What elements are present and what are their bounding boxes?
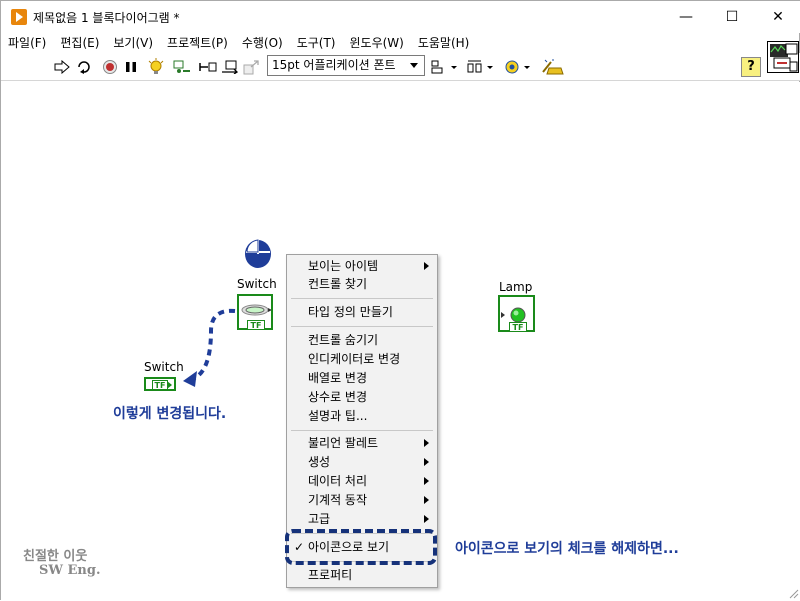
ctx-item-label: 설명과 팁... [308,409,368,423]
vi-icon[interactable] [767,41,799,73]
highlight-execution-icon[interactable] [147,58,165,76]
switch-label: Switch [237,277,277,291]
menu-tools[interactable]: 도구(T) [290,33,343,53]
step-into-icon[interactable] [199,58,217,76]
maximize-button[interactable]: ☐ [709,1,755,33]
reorder-icon[interactable] [504,58,530,76]
ctx-visible-items[interactable]: 보이는 아이템 [287,257,437,276]
step-out-icon[interactable] [243,58,261,76]
ctx-item-label: 기계적 동작 [308,493,368,507]
menu-separator [291,298,433,299]
dashed-arrow-icon [183,308,236,387]
switch-result-tf-badge: TF [152,380,168,390]
menu-edit[interactable]: 편집(E) [53,33,106,53]
ctx-properties[interactable]: 프로퍼티 [287,566,437,585]
menu-view[interactable]: 보기(V) [106,33,160,53]
block-diagram-window: 제목없음 1 블록다이어그램 * — ☐ ✕ 파일(F) 편집(E) 보기(V)… [0,0,800,601]
ctx-item-label: 데이터 처리 [308,474,368,488]
ctx-data-operations[interactable]: 데이터 처리 [287,472,437,491]
ctx-mechanical-action[interactable]: 기계적 동작 [287,491,437,510]
ctx-item-label: 불리언 팔레트 [308,436,379,450]
highlight-dashed-box [285,529,437,565]
menu-file[interactable]: 파일(F) [1,33,53,53]
close-button[interactable]: ✕ [755,1,800,33]
ctx-item-label: 타입 정의 만들기 [308,305,393,319]
menu-operate[interactable]: 수행(O) [235,33,290,53]
run-arrow-icon[interactable] [53,58,71,76]
ctx-item-label: 상수로 변경 [308,390,368,404]
pause-icon[interactable] [122,58,140,76]
ctx-item-label: 고급 [308,512,331,526]
ctx-item-label: 배열로 변경 [308,371,368,385]
lamp-label: Lamp [499,280,533,294]
distribute-objects-icon[interactable] [467,58,493,76]
ctx-hide-control[interactable]: 컨트롤 숨기기 [287,331,437,350]
abort-icon[interactable] [101,58,119,76]
mouse-icon [243,234,275,270]
submenu-arrow-icon [424,262,429,270]
submenu-arrow-icon [424,496,429,504]
labview-app-icon [11,9,27,25]
font-size-select[interactable]: 15pt 어플리케이션 폰트 [267,55,425,76]
lamp-tf-badge: TF [509,322,527,332]
clean-up-diagram-icon[interactable] [541,58,565,76]
minimize-button[interactable]: — [663,1,709,33]
menu-bar: 파일(F) 편집(E) 보기(V) 프로젝트(P) 수행(O) 도구(T) 윈도… [1,33,800,53]
align-objects-icon[interactable] [431,58,457,76]
ctx-find-control[interactable]: 컨트롤 찾기 [287,275,437,294]
lamp-indicator-terminal[interactable]: TF [498,295,535,332]
changed-annotation: 이렇게 변경됩니다. [113,406,227,422]
ctx-create[interactable]: 생성 [287,453,437,472]
menu-window[interactable]: 윈도우(W) [342,33,410,53]
resize-grip-icon[interactable] [787,587,799,599]
switch-tf-badge: TF [247,320,265,330]
context-help-button[interactable]: ? [741,57,761,77]
watermark-line1: 친절한 이웃 [23,549,88,564]
ctx-item-label: 생성 [308,455,331,469]
step-over-icon[interactable] [221,58,239,76]
ctx-make-typedef[interactable]: 타입 정의 만들기 [287,303,437,322]
submenu-arrow-icon [424,439,429,447]
ctx-item-label: 인디케이터로 변경 [308,352,401,366]
uncheck-annotation: 아이콘으로 보기의 체크를 해제하면... [455,541,679,557]
submenu-arrow-icon [424,515,429,523]
menu-separator [291,430,433,431]
run-continuously-icon[interactable] [75,58,93,76]
ctx-item-label: 컨트롤 숨기기 [308,333,379,347]
ctx-item-label: 컨트롤 찾기 [308,277,368,291]
submenu-arrow-icon [424,458,429,466]
ctx-change-to-array[interactable]: 배열로 변경 [287,369,437,388]
ctx-boolean-palette[interactable]: 불리언 팔레트 [287,434,437,453]
menu-separator [291,326,433,327]
window-title: 제목없음 1 블록다이어그램 * [33,11,180,25]
watermark-line2: SW Eng. [39,563,101,578]
ctx-item-label: 보이는 아이템 [308,259,379,273]
switch-control-terminal[interactable]: TF [237,294,273,330]
submenu-arrow-icon [424,477,429,485]
ctx-advanced[interactable]: 고급 [287,510,437,529]
menu-project[interactable]: 프로젝트(P) [160,33,235,53]
title-bar: 제목없음 1 블록다이어그램 * — ☐ ✕ [1,1,800,33]
switch-result-terminal[interactable]: TF [144,377,176,391]
switch-result-label: Switch [144,360,184,374]
ctx-change-to-constant[interactable]: 상수로 변경 [287,388,437,407]
ctx-description-and-tip[interactable]: 설명과 팁... [287,407,437,426]
ctx-change-to-indicator[interactable]: 인디케이터로 변경 [287,350,437,369]
font-select-value: 15pt 어플리케이션 폰트 [272,58,396,72]
chevron-down-icon [410,63,418,68]
retain-wire-values-icon[interactable] [173,58,191,76]
menu-help[interactable]: 도움말(H) [411,33,477,53]
ctx-item-label: 프로퍼티 [308,568,353,582]
